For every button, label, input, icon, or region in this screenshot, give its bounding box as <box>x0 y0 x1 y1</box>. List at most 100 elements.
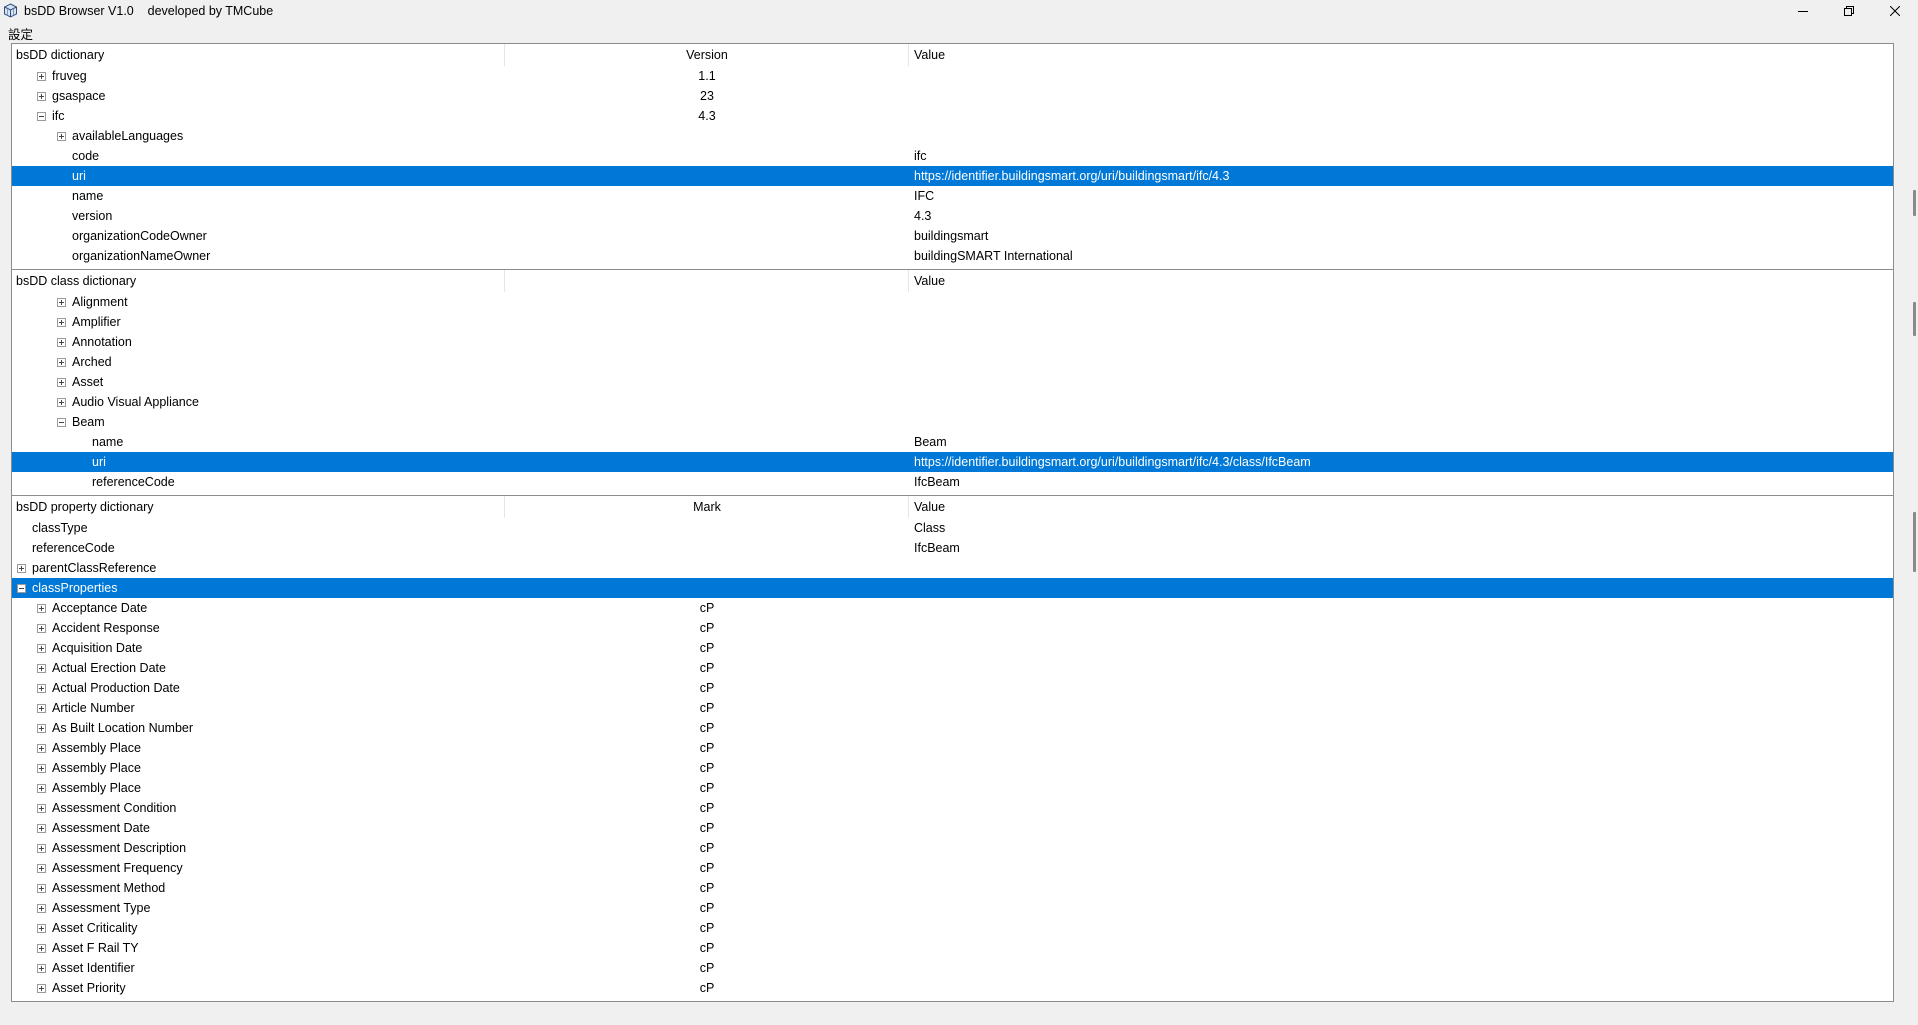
expand-plus-icon[interactable] <box>37 724 46 733</box>
property-tree-panel[interactable]: bsDD property dictionary Mark Value clas… <box>11 495 1894 1002</box>
tree-row[interactable]: name Beam <box>12 432 1893 452</box>
class-scrollbar-thumb[interactable] <box>1913 302 1916 336</box>
column-header-mark[interactable]: Mark <box>506 496 909 518</box>
tree-row[interactable]: Asset Criticality cP <box>12 918 1893 938</box>
tree-row[interactable]: Assessment Frequency cP <box>12 858 1893 878</box>
expand-plus-icon[interactable] <box>37 804 46 813</box>
expand-plus-icon[interactable] <box>57 318 66 327</box>
expand-plus-icon[interactable] <box>37 884 46 893</box>
tree-row[interactable]: Assessment Method cP <box>12 878 1893 898</box>
tree-row[interactable]: Audio Visual Appliance <box>12 392 1893 412</box>
expand-plus-icon[interactable] <box>37 72 46 81</box>
expand-plus-icon[interactable] <box>37 704 46 713</box>
tree-row[interactable]: Alignment <box>12 292 1893 312</box>
tree-row[interactable]: Asset Priority cP <box>12 978 1893 998</box>
tree-row[interactable]: Annotation <box>12 332 1893 352</box>
expand-plus-icon[interactable] <box>37 844 46 853</box>
column-header-dictionary[interactable]: bsDD dictionary <box>12 44 505 66</box>
collapse-minus-icon[interactable] <box>17 584 26 593</box>
expand-plus-icon[interactable] <box>37 784 46 793</box>
tree-row[interactable]: organizationCodeOwner buildingsmart <box>12 226 1893 246</box>
close-button[interactable] <box>1872 0 1918 22</box>
tree-row[interactable]: Asset Identifier cP <box>12 958 1893 978</box>
column-header-class-value[interactable]: Value <box>909 270 1893 292</box>
expand-plus-icon[interactable] <box>37 624 46 633</box>
expand-plus-icon[interactable] <box>57 132 66 141</box>
dictionary-scrollbar-thumb[interactable] <box>1913 190 1916 216</box>
tree-row[interactable]: organizationNameOwner buildingSMART Inter… <box>12 246 1893 266</box>
tree-row[interactable]: Assembly Place cP <box>12 778 1893 798</box>
tree-row[interactable]: Assessment Date cP <box>12 818 1893 838</box>
expand-plus-icon[interactable] <box>37 744 46 753</box>
property-scrollbar-thumb[interactable] <box>1913 512 1916 572</box>
expand-plus-icon[interactable] <box>37 824 46 833</box>
tree-row[interactable]: Assembly Place cP <box>12 758 1893 778</box>
tree-row[interactable]: version 4.3 <box>12 206 1893 226</box>
tree-row[interactable]: As Built Location Number cP <box>12 718 1893 738</box>
dictionary-tree-panel[interactable]: bsDD dictionary Version Value fruveg 1.1 g… <box>11 43 1894 271</box>
expand-plus-icon[interactable] <box>37 944 46 953</box>
tree-row-middle-value: cP <box>699 861 715 875</box>
collapse-minus-icon[interactable] <box>37 112 46 121</box>
class-tree-panel[interactable]: bsDD class dictionary Value Alignment Amp… <box>11 269 1894 497</box>
column-header-version[interactable]: Version <box>506 44 909 66</box>
expand-plus-icon[interactable] <box>57 398 66 407</box>
expand-plus-icon[interactable] <box>37 864 46 873</box>
tree-row[interactable]: referenceCode IfcBeam <box>12 472 1893 492</box>
expand-plus-icon[interactable] <box>37 764 46 773</box>
tree-row[interactable]: classType Class <box>12 518 1893 538</box>
expand-plus-icon[interactable] <box>37 92 46 101</box>
tree-row[interactable]: Amplifier <box>12 312 1893 332</box>
tree-row[interactable]: Asset <box>12 372 1893 392</box>
tree-row[interactable]: Acceptance Date cP <box>12 598 1893 618</box>
restore-button[interactable] <box>1826 0 1872 22</box>
expand-plus-icon[interactable] <box>37 664 46 673</box>
expand-plus-icon[interactable] <box>17 564 26 573</box>
tree-row[interactable]: ifc 4.3 <box>12 106 1893 126</box>
tree-row[interactable]: Assessment Type cP <box>12 898 1893 918</box>
tree-row[interactable]: Article Number cP <box>12 698 1893 718</box>
column-header-value[interactable]: Value <box>909 44 1893 66</box>
tree-row[interactable]: referenceCode IfcBeam <box>12 538 1893 558</box>
tree-row[interactable]: Assembly Place cP <box>12 738 1893 758</box>
expand-plus-icon[interactable] <box>37 684 46 693</box>
expand-plus-icon[interactable] <box>57 298 66 307</box>
tree-row[interactable]: Arched <box>12 352 1893 372</box>
tree-row[interactable]: Beam <box>12 412 1893 432</box>
expand-plus-icon[interactable] <box>37 604 46 613</box>
tree-row[interactable]: gsaspace 23 <box>12 86 1893 106</box>
collapse-minus-icon[interactable] <box>57 418 66 427</box>
expand-plus-icon[interactable] <box>37 924 46 933</box>
tree-row[interactable]: Actual Production Date cP <box>12 678 1893 698</box>
column-header-property-dictionary[interactable]: bsDD property dictionary <box>12 496 505 518</box>
tree-row[interactable]: code ifc <box>12 146 1893 166</box>
expand-plus-icon[interactable] <box>37 644 46 653</box>
column-header-class-middle[interactable] <box>506 270 909 292</box>
tree-row[interactable]: parentClassReference <box>12 558 1893 578</box>
tree-row-middle-value: cP <box>699 881 715 895</box>
expand-plus-icon[interactable] <box>57 378 66 387</box>
tree-row[interactable]: classProperties <box>12 578 1893 598</box>
tree-row[interactable]: Actual Erection Date cP <box>12 658 1893 678</box>
tree-row[interactable]: fruveg 1.1 <box>12 66 1893 86</box>
tree-row[interactable]: Accident Response cP <box>12 618 1893 638</box>
expand-plus-icon[interactable] <box>37 904 46 913</box>
expand-plus-icon[interactable] <box>37 964 46 973</box>
minimize-button[interactable] <box>1780 0 1826 22</box>
expand-plus-icon[interactable] <box>37 984 46 993</box>
tree-row[interactable]: Acquisition Date cP <box>12 638 1893 658</box>
tree-row[interactable]: Assessment Description cP <box>12 838 1893 858</box>
tree-row[interactable]: Assessment Condition cP <box>12 798 1893 818</box>
column-header-class-dictionary[interactable]: bsDD class dictionary <box>12 270 505 292</box>
expand-plus-icon[interactable] <box>57 358 66 367</box>
expand-plus-icon[interactable] <box>57 338 66 347</box>
tree-row[interactable]: uri https://identifier.buildingsmart.org/… <box>12 166 1893 186</box>
tree-row[interactable]: name IFC <box>12 186 1893 206</box>
column-header-property-value[interactable]: Value <box>909 496 1893 518</box>
tree-row-label: Audio Visual Appliance <box>72 395 199 409</box>
tree-row[interactable]: uri https://identifier.buildingsmart.org/… <box>12 452 1893 472</box>
tree-row[interactable]: availableLanguages <box>12 126 1893 146</box>
tree-row-middle-value: cP <box>699 801 715 815</box>
menu-settings[interactable]: 設定 <box>8 24 33 43</box>
tree-row[interactable]: Asset F Rail TY cP <box>12 938 1893 958</box>
